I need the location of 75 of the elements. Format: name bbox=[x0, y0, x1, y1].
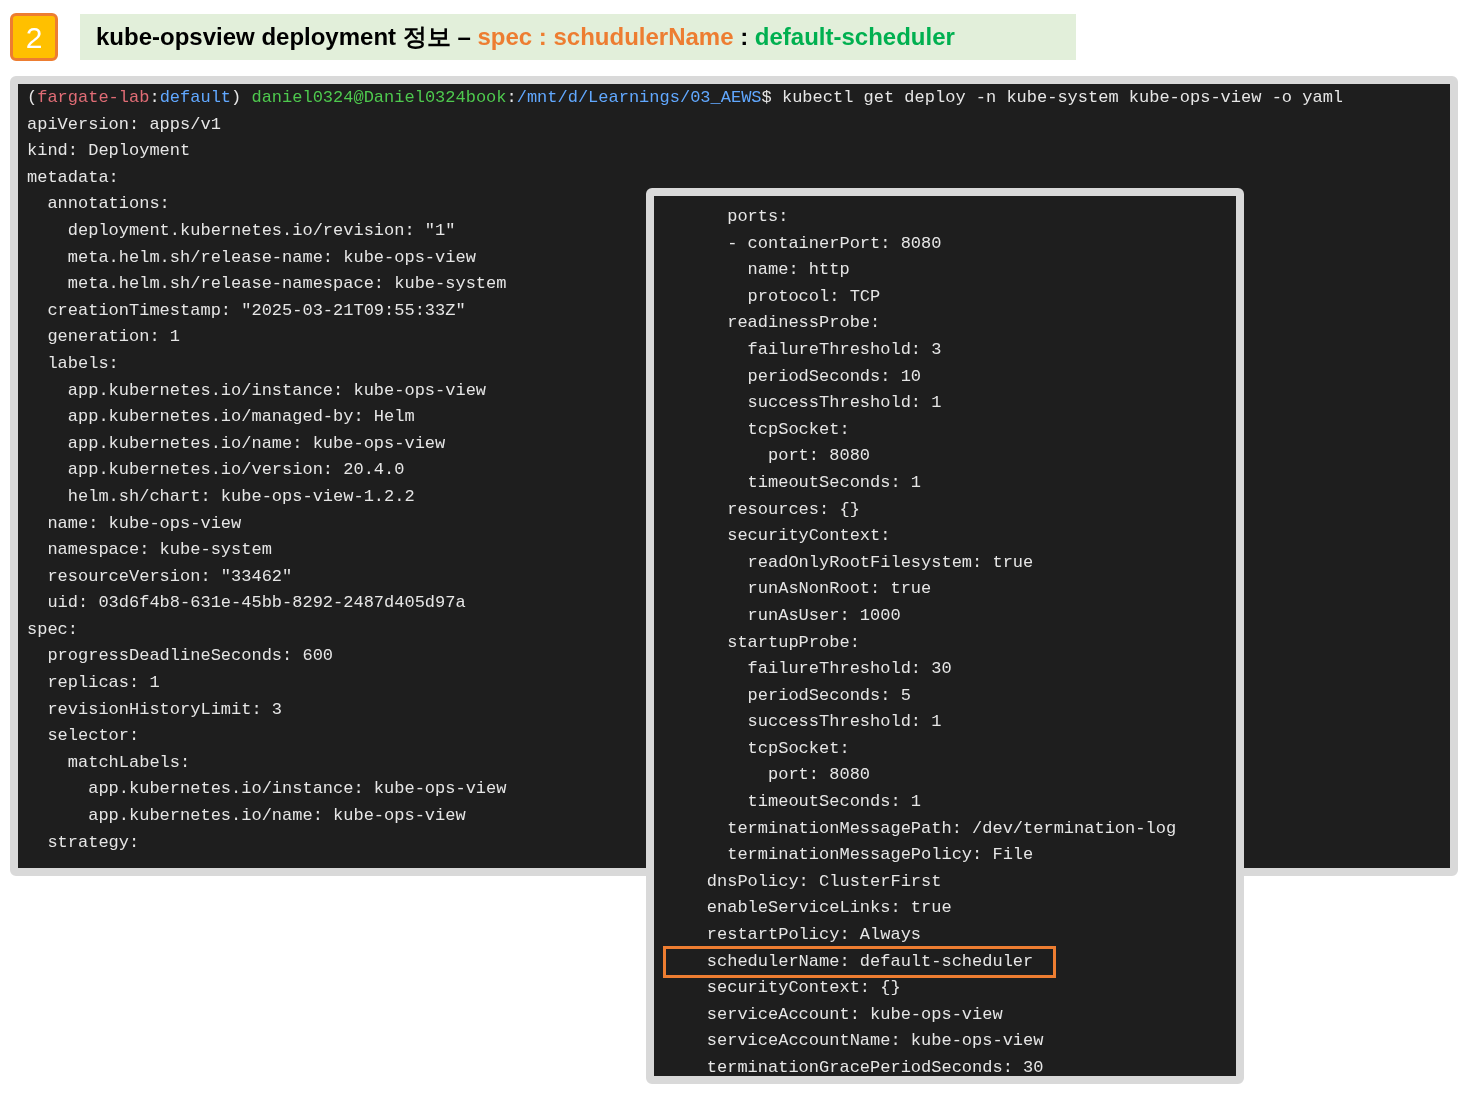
prompt-text: : bbox=[149, 88, 160, 107]
yaml-line: name: kube-ops-view bbox=[46, 512, 242, 535]
title-text: kube-opsview deployment 정보 – bbox=[96, 22, 472, 52]
step-badge: 2 bbox=[10, 13, 58, 61]
yaml-line: securityContext: bbox=[726, 525, 891, 548]
yaml-line: dnsPolicy: ClusterFirst bbox=[705, 870, 942, 893]
yaml-line: startupProbe: bbox=[726, 631, 860, 654]
yaml-line: deployment.kubernetes.io/revision: "1" bbox=[66, 219, 456, 242]
yaml-line: successThreshold: 1 bbox=[746, 392, 942, 415]
yaml-line: successThreshold: 1 bbox=[746, 711, 942, 734]
yaml-line: uid: 03d6f4b8-631e-45bb-8292-2487d405d97a bbox=[46, 592, 466, 615]
prompt-text: $ kubectl get deploy -n kube-system kube-ops-view -o yaml bbox=[761, 88, 1344, 107]
yaml-line: generation: 1 bbox=[46, 326, 181, 349]
yaml-line: selector: bbox=[46, 725, 140, 748]
yaml-line: meta.helm.sh/release-name: kube-ops-view bbox=[66, 246, 476, 269]
yaml-line: enableServiceLinks: true bbox=[705, 897, 952, 920]
yaml-line: failureThreshold: 3 bbox=[746, 338, 942, 361]
yaml-line: port: 8080 bbox=[767, 445, 871, 468]
yaml-line: failureThreshold: 30 bbox=[746, 658, 952, 681]
yaml-line: strategy: bbox=[46, 831, 140, 854]
yaml-line: app.kubernetes.io/name: kube-ops-view bbox=[87, 805, 466, 828]
yaml-line: readOnlyRootFilesystem: true bbox=[746, 551, 1034, 574]
user-host: daniel0324@Daniel0324book bbox=[251, 88, 507, 107]
yaml-line: creationTimestamp: "2025-03-21T09:55:33Z" bbox=[46, 299, 466, 322]
yaml-line: terminationMessagePath: /dev/termination-log bbox=[726, 817, 1177, 840]
yaml-line: meta.helm.sh/release-namespace: kube-system bbox=[66, 273, 507, 296]
yaml-line: serviceAccountName: kube-ops-view bbox=[705, 1030, 1044, 1053]
yaml-line: metadata: bbox=[27, 166, 119, 189]
working-directory: /mnt/d/Learnings/03_AEWS bbox=[516, 88, 762, 107]
yaml-line: helm.sh/chart: kube-ops-view-1.2.2 bbox=[66, 485, 415, 508]
title-text: default-scheduler bbox=[754, 22, 955, 52]
prompt-text: ( bbox=[27, 88, 38, 107]
yaml-line: namespace: kube-system bbox=[46, 539, 272, 562]
yaml-line: replicas: 1 bbox=[46, 672, 160, 695]
title-text: : bbox=[739, 22, 750, 52]
yaml-line: timeoutSeconds: 1 bbox=[746, 471, 922, 494]
yaml-line: runAsNonRoot: true bbox=[746, 578, 932, 601]
yaml-line: - containerPort: 8080 bbox=[726, 232, 942, 255]
context-name: fargate-lab bbox=[37, 88, 150, 107]
yaml-line: ports: bbox=[726, 206, 789, 228]
yaml-line: port: 8080 bbox=[767, 764, 871, 787]
yaml-line: restartPolicy: Always bbox=[705, 924, 922, 947]
yaml-line: periodSeconds: 5 bbox=[746, 684, 911, 707]
yaml-line: app.kubernetes.io/version: 20.4.0 bbox=[66, 459, 405, 482]
yaml-line: protocol: TCP bbox=[746, 285, 881, 308]
yaml-line: tcpSocket: bbox=[746, 418, 850, 441]
yaml-line: app.kubernetes.io/instance: kube-ops-view bbox=[87, 778, 507, 801]
highlighted-line: schedulerName: default-scheduler bbox=[666, 948, 1054, 976]
yaml-line: app.kubernetes.io/managed-by: Helm bbox=[66, 406, 415, 429]
prompt-text: ) bbox=[231, 88, 243, 107]
yaml-line: progressDeadlineSeconds: 600 bbox=[46, 645, 334, 668]
yaml-line: timeoutSeconds: 1 bbox=[746, 791, 922, 814]
yaml-line: terminationGracePeriodSeconds: 30 bbox=[705, 1057, 1044, 1079]
yaml-line: matchLabels: bbox=[66, 751, 191, 774]
yaml-line: periodSeconds: 10 bbox=[746, 365, 922, 388]
prompt-text: : bbox=[506, 88, 517, 107]
yaml-line: spec: bbox=[27, 618, 78, 641]
yaml-line: app.kubernetes.io/instance: kube-ops-view bbox=[66, 379, 487, 402]
yaml-line: resourceVersion: "33462" bbox=[46, 565, 293, 588]
yaml-line: labels: bbox=[46, 352, 119, 375]
yaml-line: name: http bbox=[746, 259, 850, 282]
title-text: spec : schudulerName bbox=[477, 22, 734, 52]
yaml-line: app.kubernetes.io/name: kube-ops-view bbox=[66, 432, 446, 455]
yaml-line: resources: {} bbox=[726, 498, 860, 521]
yaml-line: kind: Deployment bbox=[27, 140, 191, 163]
yaml-line: runAsUser: 1000 bbox=[746, 604, 901, 627]
yaml-line: annotations: bbox=[46, 193, 170, 216]
yaml-line: serviceAccount: kube-ops-view bbox=[705, 1003, 1003, 1026]
yaml-line: apiVersion: apps/v1 bbox=[27, 113, 221, 136]
namespace-name: default bbox=[159, 88, 232, 107]
yaml-line: terminationMessagePolicy: File bbox=[726, 844, 1034, 867]
yaml-line: readinessProbe: bbox=[726, 312, 881, 335]
yaml-line: revisionHistoryLimit: 3 bbox=[46, 698, 283, 721]
yaml-line: tcpSocket: bbox=[746, 737, 850, 760]
yaml-line: securityContext: {} bbox=[705, 977, 901, 1000]
